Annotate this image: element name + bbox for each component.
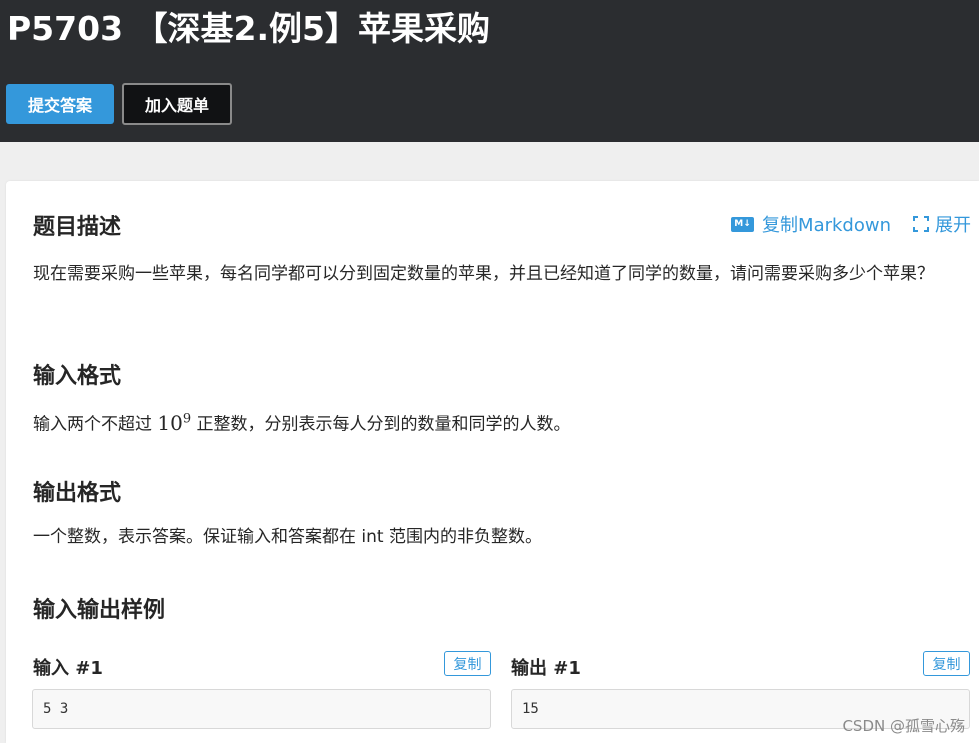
output-format-heading: 输出格式 xyxy=(33,481,122,506)
input-format-text-after: 正整数，分别表示每人分到的数量和同学的人数。 xyxy=(191,414,571,435)
problem-title: P5703 【深基2.例5】苹果采购 xyxy=(7,9,490,48)
expand-button[interactable]: 展开 xyxy=(913,211,971,237)
description-heading: 题目描述 xyxy=(33,215,122,240)
copy-markdown-label: 复制Markdown xyxy=(762,215,891,236)
add-to-list-button[interactable]: 加入题单 xyxy=(122,83,232,125)
sample-input-box: 5 3 xyxy=(32,689,491,729)
expand-icon xyxy=(913,216,929,232)
input-format-text-before: 输入两个不超过 xyxy=(33,414,158,435)
input-format-heading: 输入格式 xyxy=(33,364,122,389)
expand-label: 展开 xyxy=(935,215,971,236)
copy-markdown-button[interactable]: M↓ 复制Markdown xyxy=(731,211,891,237)
description-text: 现在需要采购一些苹果，每名同学都可以分到固定数量的苹果，并且已经知道了同学的数量… xyxy=(33,264,934,284)
problem-header: P5703 【深基2.例5】苹果采购 提交答案 加入题单 xyxy=(0,0,979,142)
sample-input-label: 输入 #1 xyxy=(33,658,103,679)
sample-output-label: 输出 #1 xyxy=(511,658,581,679)
submit-answer-button[interactable]: 提交答案 xyxy=(6,84,114,124)
math-exponent: 9 xyxy=(182,411,192,426)
input-format-text: 输入两个不超过 109 正整数，分别表示每人分到的数量和同学的人数。 xyxy=(33,404,958,440)
problem-card: M↓ 复制Markdown 展开 题目描述 现在需要采购一些苹果，每名同学都可以… xyxy=(6,181,979,743)
math-power: 109 xyxy=(157,411,191,435)
samples-heading: 输入输出样例 xyxy=(33,598,166,623)
math-base: 10 xyxy=(157,410,183,435)
watermark: CSDN @孤雪心殇 xyxy=(842,717,965,735)
output-format-text: 一个整数，表示答案。保证输入和答案都在 int 范围内的非负整数。 xyxy=(33,527,542,547)
copy-output-button[interactable]: 复制 xyxy=(923,651,970,676)
markdown-icon: M↓ xyxy=(731,216,755,232)
copy-input-button[interactable]: 复制 xyxy=(444,651,491,676)
